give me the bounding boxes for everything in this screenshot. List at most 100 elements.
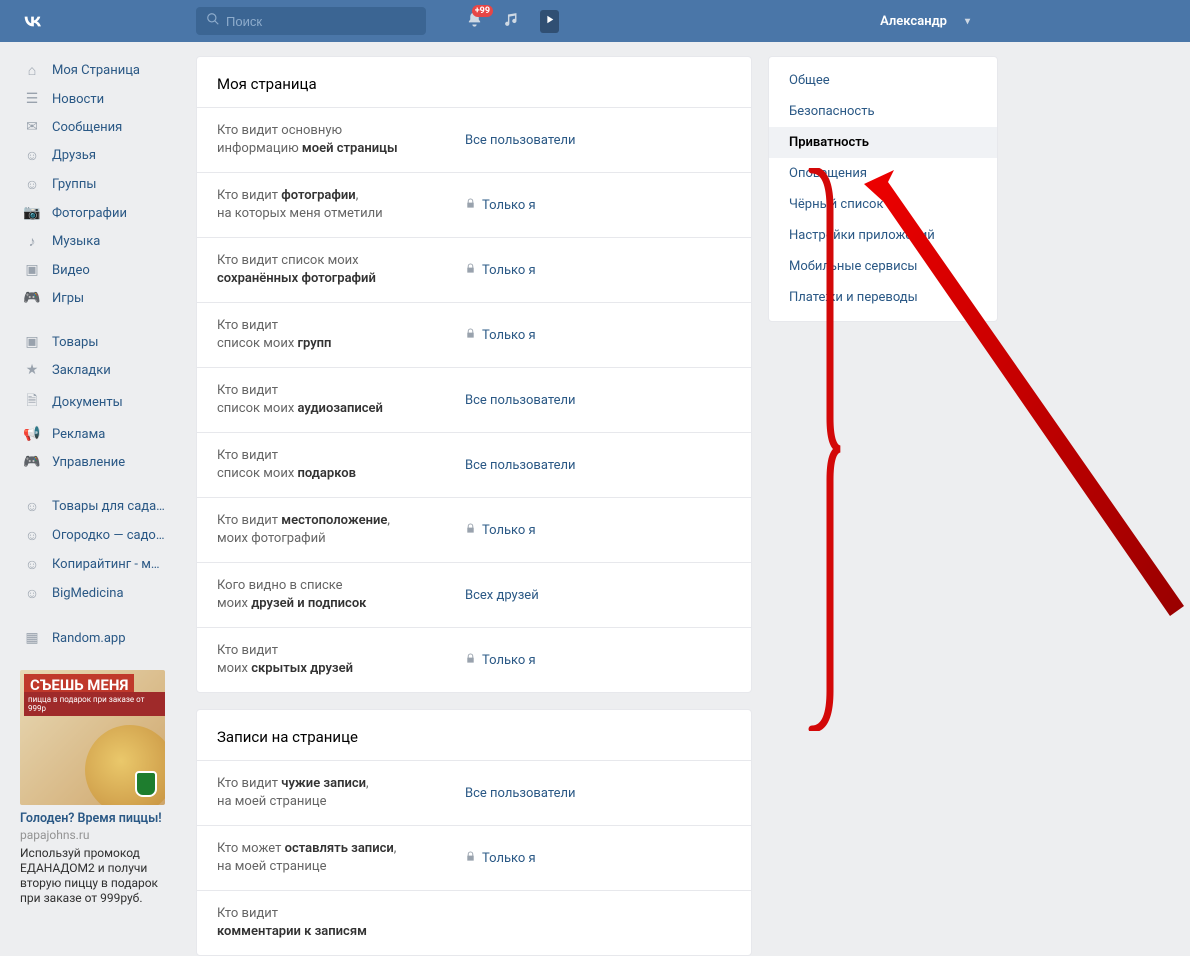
- nav-item[interactable]: 🎮Игры: [20, 284, 180, 312]
- nav-icon: 📷: [22, 205, 42, 221]
- nav-label: Управление: [52, 455, 125, 470]
- privacy-row[interactable]: Кто видитсписок моих групп Только я: [197, 302, 751, 367]
- nav-icon: ▣: [22, 262, 42, 278]
- user-menu[interactable]: Александр ▾: [880, 14, 1190, 29]
- nav-item[interactable]: ♪Музыка: [20, 227, 180, 256]
- privacy-value[interactable]: Только я: [465, 851, 536, 866]
- privacy-value[interactable]: Все пользователи: [465, 393, 576, 408]
- settings-tab[interactable]: Мобильные сервисы: [769, 251, 997, 282]
- nav-item[interactable]: ☺Копирайтинг - м…: [20, 550, 180, 579]
- privacy-label: Кто видит список моихсохранённых фотогра…: [217, 252, 465, 288]
- header-tools: +99: [466, 10, 559, 33]
- settings-tab[interactable]: Настройки приложений: [769, 220, 997, 251]
- lock-icon: [465, 851, 476, 865]
- vk-logo[interactable]: [20, 8, 46, 34]
- privacy-value[interactable]: Только я: [465, 653, 536, 668]
- nav-label: Друзья: [52, 148, 96, 163]
- nav-item[interactable]: ▦Random.app: [20, 624, 180, 652]
- top-header: +99 Александр ▾: [0, 0, 1190, 42]
- username-label: Александр: [880, 14, 947, 29]
- ad-image: СЪЕШЬ МЕНЯ пицца в подарок при заказе от…: [20, 670, 165, 805]
- nav-item[interactable]: ✉Сообщения: [20, 113, 180, 141]
- ad-block[interactable]: СЪЕШЬ МЕНЯ пицца в подарок при заказе от…: [20, 670, 165, 906]
- nav-item[interactable]: ☺Друзья: [20, 141, 180, 170]
- nav-icon: ☺: [22, 585, 42, 602]
- privacy-value[interactable]: Только я: [465, 198, 536, 213]
- privacy-value[interactable]: Только я: [465, 263, 536, 278]
- privacy-row[interactable]: Кто видитсписок моих аудиозаписей Все по…: [197, 367, 751, 432]
- nav-item[interactable]: 📷Фотографии: [20, 199, 180, 227]
- nav-icon: ☺: [22, 176, 42, 193]
- lock-icon: [465, 653, 476, 667]
- search-input[interactable]: [226, 14, 416, 29]
- nav-item[interactable]: 🎮 Управление: [20, 448, 180, 476]
- privacy-label: Кто может оставлять записи,на моей стран…: [217, 840, 465, 876]
- settings-tab[interactable]: Общее: [769, 65, 997, 96]
- privacy-value[interactable]: Все пользователи: [465, 458, 576, 473]
- lock-icon: [465, 523, 476, 537]
- privacy-label: Кто видит чужие записи,на моей странице: [217, 775, 465, 811]
- privacy-label: Кто видит фотографии,на которых меня отм…: [217, 187, 465, 223]
- privacy-row[interactable]: Кто видитмоих скрытых друзей Только я: [197, 627, 751, 692]
- privacy-label: Кто видит основнуюинформацию моей страни…: [217, 122, 465, 158]
- privacy-row[interactable]: Кто может оставлять записи,на моей стран…: [197, 825, 751, 890]
- nav-item[interactable]: ⌂ Моя Страница: [20, 56, 180, 85]
- ad-sub-label: пицца в подарок при заказе от 999р: [24, 692, 165, 716]
- nav-item[interactable]: ▣ Видео: [20, 256, 180, 284]
- nav-item[interactable]: ▣Товары: [20, 328, 180, 356]
- privacy-row[interactable]: Кто видит местоположение,моих фотографий…: [197, 497, 751, 562]
- nav-icon: ☺: [22, 498, 42, 515]
- nav-item[interactable]: 📢Реклама: [20, 420, 180, 448]
- privacy-row[interactable]: Кто видит чужие записи,на моей странице …: [197, 760, 751, 825]
- nav-icon: ▦: [22, 630, 42, 646]
- nav-label: Реклама: [52, 427, 105, 442]
- ad-description: Используй промокод ЕДАНАДОМ2 и получи вт…: [20, 846, 165, 906]
- nav-label: Документы: [52, 395, 123, 410]
- nav-label: Товары для сада…: [52, 499, 165, 514]
- privacy-value[interactable]: Все пользователи: [465, 786, 576, 801]
- settings-tab[interactable]: Приватность: [769, 127, 997, 158]
- nav-label: Новости: [52, 92, 104, 107]
- nav-label: Музыка: [52, 234, 100, 249]
- nav-item[interactable]: ☺Группы: [20, 170, 180, 199]
- notifications-icon[interactable]: +99: [466, 11, 483, 32]
- privacy-row[interactable]: Кого видно в спискемоих друзей и подписо…: [197, 562, 751, 627]
- lock-icon: [465, 263, 476, 277]
- nav-item[interactable]: ☺ Товары для сада…: [20, 492, 180, 521]
- section-title: Записи на странице: [197, 710, 751, 760]
- privacy-row[interactable]: Кто видиткомментарии к записям: [197, 890, 751, 955]
- settings-tab[interactable]: Безопасность: [769, 96, 997, 127]
- privacy-label: Кто видитсписок моих групп: [217, 317, 465, 353]
- privacy-value[interactable]: Только я: [465, 328, 536, 343]
- nav-item[interactable]: ☰Новости: [20, 85, 180, 113]
- chevron-down-icon: ▾: [965, 16, 970, 27]
- privacy-label: Кто видит местоположение,моих фотографий: [217, 512, 465, 548]
- privacy-row[interactable]: Кто видит фотографии,на которых меня отм…: [197, 172, 751, 237]
- search-bar[interactable]: [196, 7, 426, 35]
- music-icon[interactable]: [503, 11, 520, 32]
- nav-icon: ✉: [22, 119, 42, 135]
- nav-item[interactable]: ☺Огородко — садо…: [20, 521, 180, 550]
- nav-icon: 🗎: [22, 390, 42, 414]
- settings-tab[interactable]: Оповещения: [769, 158, 997, 189]
- lock-icon: [465, 328, 476, 342]
- privacy-row[interactable]: Кто видит список моихсохранённых фотогра…: [197, 237, 751, 302]
- nav-item[interactable]: ★Закладки: [20, 356, 180, 384]
- nav-item[interactable]: ☺BigMedicina: [20, 579, 180, 608]
- nav-label: Товары: [52, 335, 98, 350]
- video-icon[interactable]: [540, 10, 559, 33]
- settings-tab[interactable]: Платежи и переводы: [769, 282, 997, 313]
- settings-tab[interactable]: Чёрный список: [769, 189, 997, 220]
- privacy-row[interactable]: Кто видит основнуюинформацию моей страни…: [197, 107, 751, 172]
- privacy-value[interactable]: Только я: [465, 523, 536, 538]
- nav-label: Моя Страница: [52, 63, 140, 78]
- nav-item[interactable]: 🗎 Документы: [20, 384, 180, 420]
- ad-brand-badge: [135, 771, 157, 797]
- nav-label: Видео: [52, 263, 90, 278]
- privacy-value[interactable]: Всех друзей: [465, 588, 539, 603]
- nav-icon: 🎮: [22, 454, 42, 470]
- lock-icon: [465, 198, 476, 212]
- privacy-value[interactable]: Все пользователи: [465, 133, 576, 148]
- nav-icon: ⌂: [22, 62, 42, 79]
- privacy-row[interactable]: Кто видитсписок моих подарков Все пользо…: [197, 432, 751, 497]
